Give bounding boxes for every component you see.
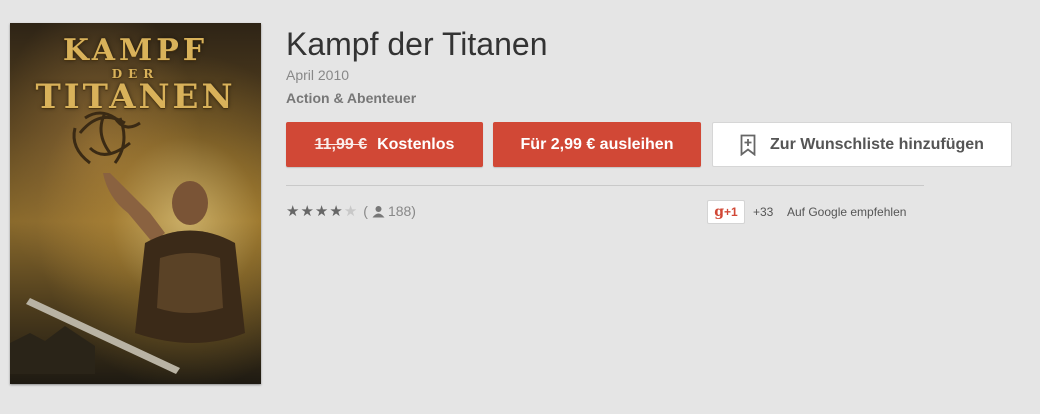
wishlist-label: Zur Wunschliste hinzufügen	[770, 135, 984, 153]
poster-title-line1: KAMPF	[62, 33, 209, 68]
movie-title: Kampf der Titanen	[286, 26, 548, 62]
buy-label: Kostenlos	[377, 135, 455, 153]
buy-button[interactable]: 11,99 € Kostenlos	[286, 122, 483, 167]
add-to-wishlist-button[interactable]: Zur Wunschliste hinzufügen	[712, 122, 1012, 167]
person-icon	[372, 205, 385, 218]
star-icon: ★	[286, 202, 300, 220]
genre-link[interactable]: Action & Abenteuer	[286, 90, 416, 106]
star-icon: ★	[343, 202, 358, 220]
rating-paren-close: )	[411, 203, 416, 219]
poster-title-line3: TITANEN	[35, 77, 236, 117]
star-icon: ★	[300, 202, 314, 220]
star-icon: ★	[314, 202, 329, 220]
rent-label: Für 2,99 € ausleihen	[520, 135, 674, 153]
bookmark-plus-icon	[740, 134, 756, 156]
gplus-plus: +1	[724, 205, 738, 219]
old-price: 11,99 €	[314, 135, 368, 153]
google-plus-one-button[interactable]: g +1	[707, 200, 745, 224]
divider	[286, 185, 924, 186]
star-icon: ★	[329, 202, 343, 220]
rating-count: 188	[387, 203, 412, 219]
plus-one-count: +33	[753, 205, 774, 219]
movie-poster[interactable]: KAMPF DER TITANEN	[10, 23, 261, 384]
rent-button[interactable]: Für 2,99 € ausleihen	[493, 122, 701, 167]
release-date: April 2010	[286, 67, 350, 83]
rating-summary: ★ ★ ★ ★ ★ ( 188 )	[286, 203, 416, 219]
star-rating: ★ ★ ★ ★ ★	[286, 204, 357, 219]
recommend-on-google-label: Auf Google empfehlen	[787, 205, 907, 219]
gplus-g: g	[714, 204, 725, 220]
